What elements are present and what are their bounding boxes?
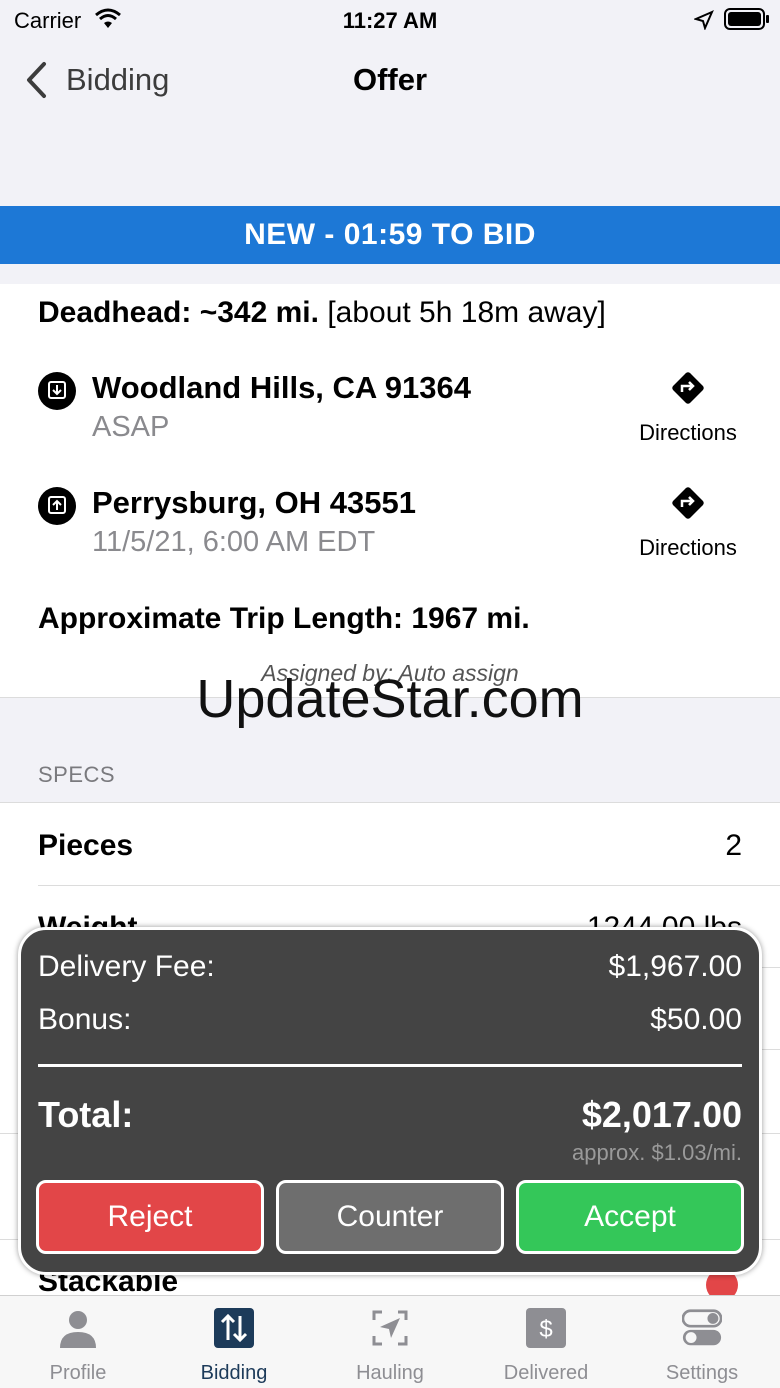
directions-icon [672,372,704,404]
fee-summary-panel: Delivery Fee: $1,967.00 Bonus: $50.00 To… [18,927,762,1275]
toggle-icon [682,1309,722,1346]
spec-value: 2 [725,829,742,862]
location-arrow-icon [694,10,714,30]
deadhead-label: Deadhead: ~342 mi. [38,296,319,329]
tab-label: Bidding [200,1362,268,1384]
stop-city: Perrysburg, OH 43551 [92,485,416,520]
accept-button[interactable]: Accept [516,1180,744,1254]
divider [38,1064,742,1067]
dollar-icon: $ [526,1308,566,1348]
bonus-value: $50.00 [650,1003,742,1036]
navigation-bar: Bidding Offer [0,40,780,206]
tab-bidding[interactable]: Bidding [156,1296,312,1388]
status-bar: Carrier 11:27 AM [0,0,780,40]
tab-bar: Profile Bidding Hauling $ Delivered Sett… [0,1295,780,1388]
directions-button[interactable]: Directions [618,481,758,565]
tab-profile[interactable]: Profile [0,1296,156,1388]
directions-label: Directions [639,420,737,445]
svg-text:$: $ [539,1316,552,1343]
reject-button[interactable]: Reject [36,1180,264,1254]
counter-button[interactable]: Counter [276,1180,504,1254]
status-time: 11:27 AM [342,8,438,33]
person-icon [60,1311,96,1348]
battery-icon [724,8,769,30]
directions-button[interactable]: Directions [618,366,758,450]
tab-settings[interactable]: Settings [624,1296,780,1388]
divider [38,885,780,886]
offer-card: Deadhead: ~342 mi. [about 5h 18m away] W… [0,284,780,698]
bidding-icon [214,1308,254,1348]
directions-label: Directions [639,535,737,560]
bonus-label: Bonus: [38,1003,132,1036]
specs-header: SPECS [38,762,116,787]
tab-label: Settings [665,1362,739,1384]
page-title: Offer [352,62,428,97]
total-label: Total: [38,1094,134,1135]
delivery-fee-value: $1,967.00 [608,950,742,983]
hauling-icon [372,1310,408,1346]
deadhead-detail: [about 5h 18m away] [327,296,606,329]
per-mile-rate: approx. $1.03/mi. [572,1140,742,1165]
tab-hauling[interactable]: Hauling [312,1296,468,1388]
tab-label: Hauling [356,1362,424,1384]
total-value: $2,017.00 [581,1094,742,1135]
deadhead-row: Deadhead: ~342 mi. [about 5h 18m away] [38,296,606,330]
tab-delivered[interactable]: $ Delivered [468,1296,624,1388]
directions-icon [672,487,704,519]
stop-time: ASAP [92,411,170,443]
pickup-icon [38,372,76,410]
dropoff-icon [38,487,76,525]
tab-label: Delivered [503,1362,589,1384]
spec-label: Pieces [38,829,134,862]
tab-label: Profile [49,1362,107,1384]
stop-city: Woodland Hills, CA 91364 [92,370,471,405]
delivery-fee-label: Delivery Fee: [38,950,215,983]
trip-length: Approximate Trip Length: 1967 mi. [38,602,530,635]
watermark: UpdateStar.com [196,669,584,729]
bid-timer-banner: NEW - 01:59 TO BID [0,206,780,264]
stop-time: 11/5/21, 6:00 AM EDT [92,526,376,558]
